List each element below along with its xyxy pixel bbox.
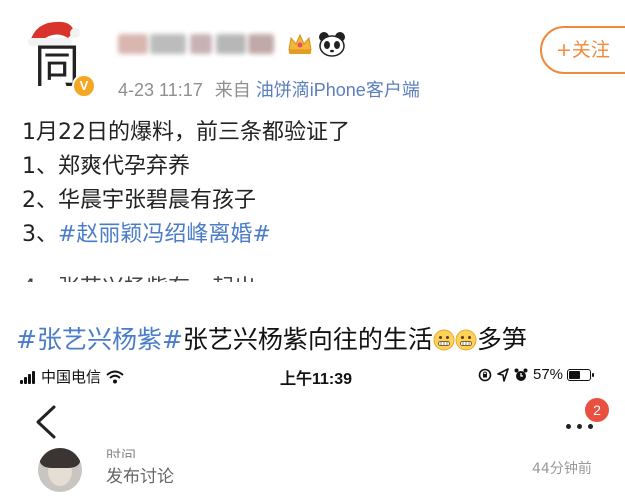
carrier-name: 中国电信 [41,369,102,386]
status-right: 57% [478,366,595,383]
rotation-lock-icon [478,368,492,381]
wifi-icon [106,370,124,383]
signal-icon [20,370,36,384]
post-action-text: 发布讨论 [106,467,174,487]
alarm-clock-icon [514,368,528,381]
commenter-avatar[interactable] [38,448,82,492]
status-bar: 中国电信 上午11:39 57% [0,362,625,392]
username-blurred[interactable] [118,30,278,58]
post-line-4-prefix: 3、 [22,222,58,247]
status-time: 上午11:39 [280,371,353,388]
grimace-emoji-icon [433,329,455,351]
panda-badge-icon [318,31,346,57]
hashtag-link[interactable]: #赵丽颖冯绍峰离婚# [58,222,271,247]
caption: #张艺兴杨紫#张艺兴杨紫向往的生活 多笋 [16,320,527,356]
post-line-cut: 4、张艺兴杨紫有一起出 [22,270,256,282]
location-arrow-icon [497,367,509,382]
follow-button[interactable]: +关注 [540,26,625,74]
caption-suffix: 多笋 [476,325,527,354]
post-time: 4-23 11:17 [118,80,203,100]
crown-badge-icon [287,32,313,56]
post-content: 1月22日的爆料，前三条都验证了 1、郑爽代孕弃养 2、华晨宇张碧晨有孩子 3、… [22,116,612,252]
status-left: 中国电信 [20,366,124,387]
battery-icon [567,368,595,381]
verified-badge: V [72,74,96,98]
battery-percent: 57% [533,366,564,383]
post-line-2: 1、郑爽代孕弃养 [22,154,190,179]
caption-hashtag[interactable]: #张艺兴杨紫# [16,325,183,354]
post-line-1: 1月22日的爆料，前三条都验证了 [22,120,350,145]
weibo-post: 同 V 4-23 11:17 来自 油饼滴iPhone客户端 +关注 1月22日的… [0,0,625,282]
post-meta: 4-23 11:17 来自 油饼滴iPhone客户端 [118,76,420,102]
commenter-name[interactable]: 时间 [106,446,136,458]
chevron-left-icon[interactable] [32,404,62,440]
post-line-3: 2、华晨宇张碧晨有孩子 [22,188,256,213]
post-from: 来自 [214,80,251,100]
notification-badge: 2 [585,398,609,422]
post-source[interactable]: 油饼滴iPhone客户端 [256,80,420,100]
time-ago: 44分钟前 [532,461,592,477]
grimace-emoji-icon [455,329,477,351]
post-line-4: 3、#赵丽颖冯绍峰离婚# [22,218,612,252]
caption-text: 张艺兴杨紫向往的生活 [182,325,433,354]
